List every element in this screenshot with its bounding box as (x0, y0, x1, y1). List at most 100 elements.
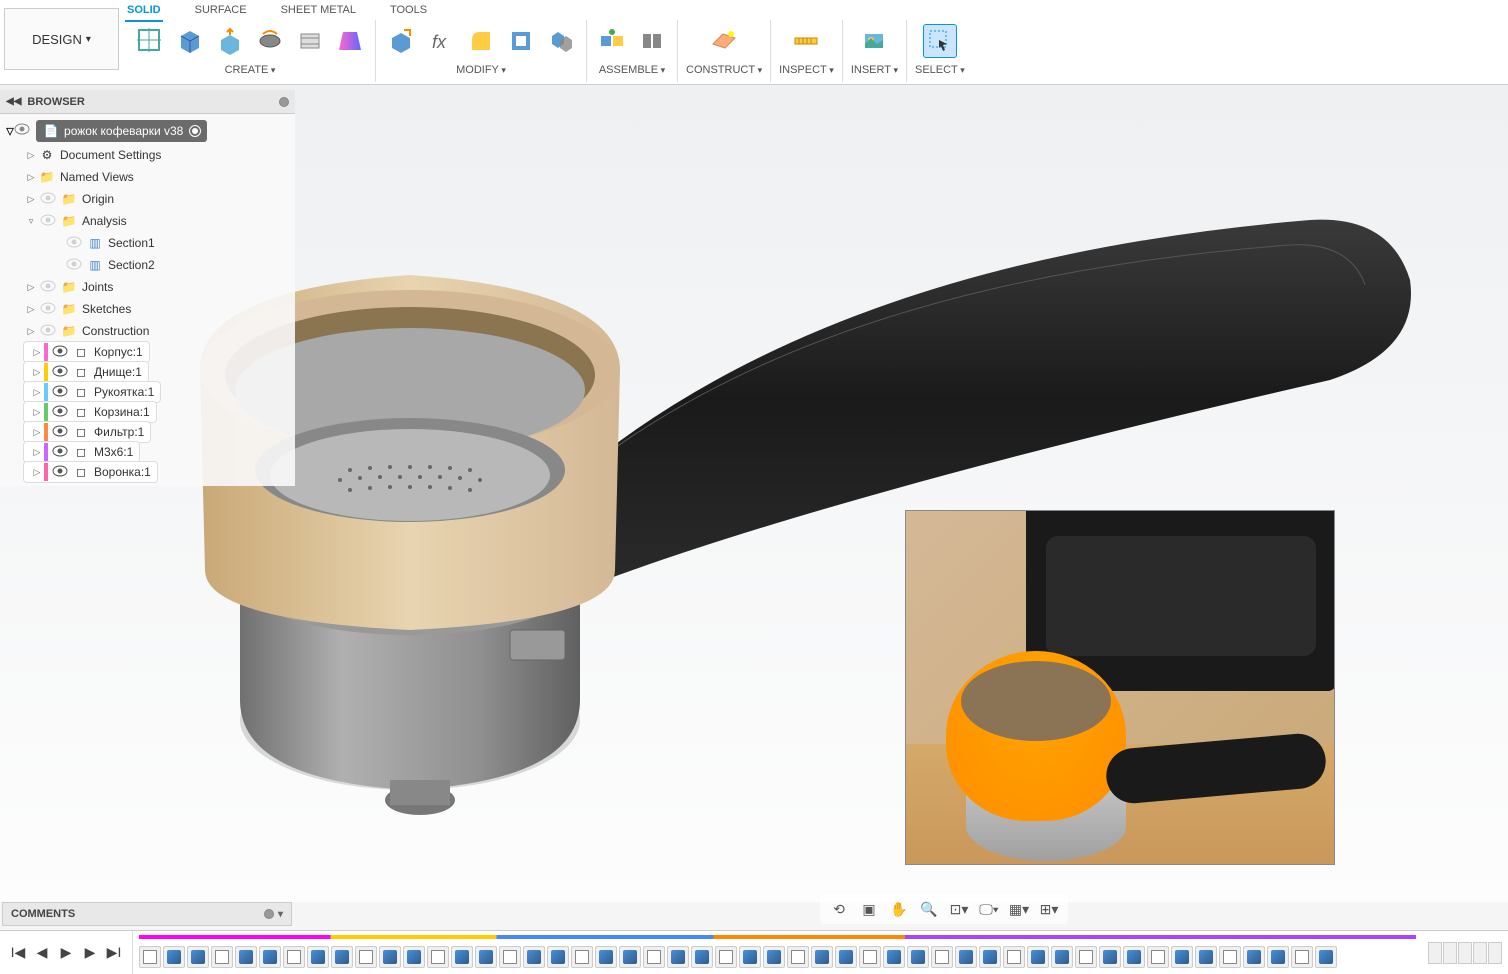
timeline-feature[interactable] (1003, 946, 1025, 968)
tree-item-origin[interactable]: ▷📁Origin (0, 188, 295, 210)
timeline-feature[interactable] (163, 946, 185, 968)
timeline-feature[interactable] (691, 946, 713, 968)
fit-icon[interactable]: ⊡▾ (948, 898, 970, 920)
timeline-marker[interactable] (1473, 942, 1487, 964)
visibility-toggle-icon[interactable] (40, 280, 58, 294)
select-icon[interactable] (923, 24, 957, 58)
insert-icon[interactable] (857, 24, 891, 58)
press-pull-icon[interactable] (384, 24, 418, 58)
timeline-feature[interactable] (931, 946, 953, 968)
tree-item-section1[interactable]: ▥Section1 (0, 232, 295, 254)
tree-item-comp2[interactable]: ▷◻Днище:1 (24, 362, 148, 382)
new-sketch-icon[interactable] (133, 24, 167, 58)
shell-icon[interactable] (504, 24, 538, 58)
tree-item-comp7[interactable]: ▷◻Воронка:1 (24, 462, 157, 482)
timeline-feature[interactable] (1171, 946, 1193, 968)
insert-label[interactable]: INSERT (851, 64, 898, 76)
tree-item-analysis[interactable]: ▿📁Analysis (0, 210, 295, 232)
visibility-toggle-icon[interactable] (52, 365, 70, 379)
visibility-toggle-icon[interactable] (52, 345, 70, 359)
timeline-feature[interactable] (595, 946, 617, 968)
extrude-icon[interactable] (213, 24, 247, 58)
timeline-feature[interactable] (451, 946, 473, 968)
timeline-feature[interactable] (523, 946, 545, 968)
timeline-feature[interactable] (331, 946, 353, 968)
timeline-feature[interactable] (379, 946, 401, 968)
plane-icon[interactable] (707, 24, 741, 58)
tree-item-construction[interactable]: ▷📁Construction (0, 320, 295, 342)
timeline-feature[interactable] (619, 946, 641, 968)
create-label[interactable]: CREATE (225, 64, 276, 76)
visibility-toggle-icon[interactable] (40, 214, 58, 228)
display-settings-icon[interactable]: 🖵▾ (978, 898, 1000, 920)
tree-item-section2[interactable]: ▥Section2 (0, 254, 295, 276)
sweep-icon[interactable] (293, 24, 327, 58)
timeline-end-button[interactable]: ▶I (104, 943, 124, 963)
tree-item-comp3[interactable]: ▷◻Рукоятка:1 (24, 382, 160, 402)
tree-item-comp6[interactable]: ▷◻М3х6:1 (24, 442, 139, 462)
timeline-prev-button[interactable]: ◀ (32, 943, 52, 963)
visibility-toggle-icon[interactable] (40, 324, 58, 338)
tree-item-named-views[interactable]: ▷📁Named Views (0, 166, 295, 188)
tab-solid[interactable]: SOLID (125, 0, 163, 22)
timeline-feature[interactable] (1051, 946, 1073, 968)
timeline-feature[interactable] (739, 946, 761, 968)
visibility-toggle-icon[interactable] (52, 405, 70, 419)
timeline-feature[interactable] (643, 946, 665, 968)
timeline-feature[interactable] (787, 946, 809, 968)
combine-icon[interactable] (544, 24, 578, 58)
timeline-feature[interactable] (859, 946, 881, 968)
timeline-feature[interactable] (811, 946, 833, 968)
timeline-feature[interactable] (1291, 946, 1313, 968)
timeline-feature[interactable] (763, 946, 785, 968)
visibility-toggle-icon[interactable] (14, 122, 30, 140)
modify-label[interactable]: MODIFY (456, 64, 506, 76)
timeline-marker[interactable] (1488, 942, 1502, 964)
as-built-joint-icon[interactable] (635, 24, 669, 58)
timeline-play-button[interactable]: ▶ (56, 943, 76, 963)
activate-radio-icon[interactable] (189, 125, 201, 137)
reference-image[interactable] (905, 510, 1335, 865)
browser-header[interactable]: ◀◀ BROWSER (0, 90, 295, 114)
measure-icon[interactable] (789, 24, 823, 58)
root-component[interactable]: 📄 рожок кофеварки v38 (36, 120, 207, 142)
grid-settings-icon[interactable]: ▦▾ (1008, 898, 1030, 920)
fillet-icon[interactable] (464, 24, 498, 58)
timeline-feature[interactable] (571, 946, 593, 968)
timeline-feature[interactable] (187, 946, 209, 968)
parameters-icon[interactable]: fx (424, 24, 458, 58)
timeline-feature[interactable] (1195, 946, 1217, 968)
timeline-feature[interactable] (355, 946, 377, 968)
timeline-feature[interactable] (1267, 946, 1289, 968)
inspect-label[interactable]: INSPECT (779, 64, 834, 76)
visibility-toggle-icon[interactable] (66, 236, 84, 250)
timeline-feature[interactable] (403, 946, 425, 968)
timeline-feature[interactable] (427, 946, 449, 968)
expand-arrow-icon[interactable]: ▿ (6, 121, 14, 141)
timeline-feature[interactable] (1219, 946, 1241, 968)
timeline-feature[interactable] (955, 946, 977, 968)
timeline-marker[interactable] (1443, 942, 1457, 964)
timeline-feature[interactable] (547, 946, 569, 968)
timeline-feature[interactable] (499, 946, 521, 968)
tree-item-comp1[interactable]: ▷◻Корпус:1 (24, 342, 149, 362)
tree-item-comp5[interactable]: ▷◻Фильтр:1 (24, 422, 150, 442)
timeline-feature[interactable] (1075, 946, 1097, 968)
look-at-icon[interactable]: ▣ (858, 898, 880, 920)
timeline-feature[interactable] (1099, 946, 1121, 968)
visibility-toggle-icon[interactable] (52, 445, 70, 459)
timeline-feature[interactable] (283, 946, 305, 968)
collapse-icon[interactable]: ◀◀ (6, 96, 21, 107)
visibility-toggle-icon[interactable] (52, 385, 70, 399)
timeline-feature[interactable] (1147, 946, 1169, 968)
timeline-feature[interactable] (979, 946, 1001, 968)
timeline-feature[interactable] (1243, 946, 1265, 968)
construct-label[interactable]: CONSTRUCT (686, 64, 762, 76)
loft-icon[interactable] (333, 24, 367, 58)
revolve-icon[interactable] (253, 24, 287, 58)
select-label[interactable]: SELECT (915, 64, 965, 76)
timeline-marker[interactable] (1458, 942, 1472, 964)
box-icon[interactable] (173, 24, 207, 58)
timeline-start-button[interactable]: I◀ (8, 943, 28, 963)
visibility-toggle-icon[interactable] (52, 425, 70, 439)
